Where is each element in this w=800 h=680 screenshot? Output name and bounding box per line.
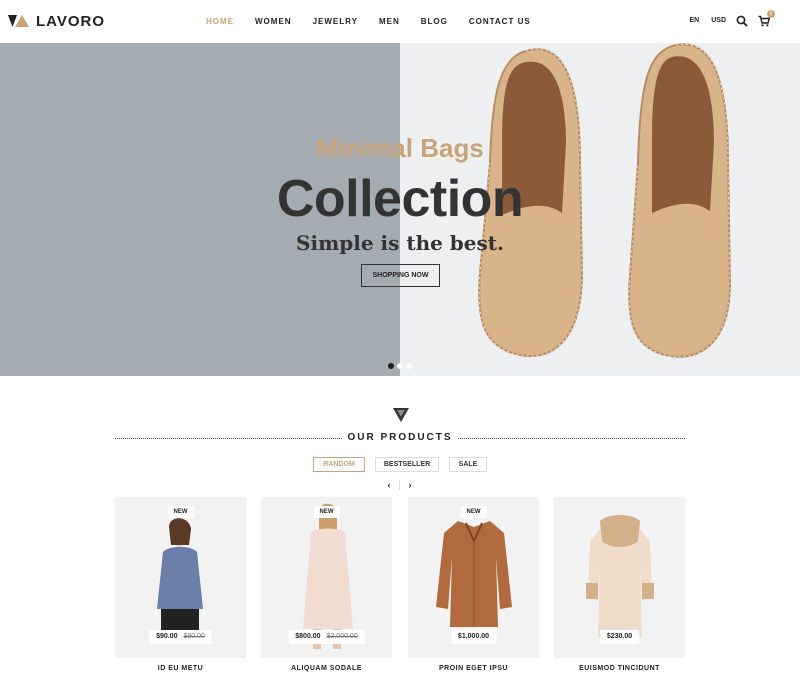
new-badge: NEW [167, 506, 194, 518]
price: $230.00 [606, 633, 633, 640]
product-tabs: RANDOM BESTSELLER SALE [0, 457, 800, 472]
tab-random[interactable]: RANDOM [313, 457, 365, 472]
product-image[interactable]: NEW $90.00 $80.00 [115, 497, 246, 658]
nav-item-women[interactable]: WOMEN [255, 17, 292, 26]
product-image[interactable]: NEW $1,000.00 [408, 497, 539, 658]
product-card[interactable]: $230.00 EUISMOD TINCIDUNT [554, 497, 685, 680]
tab-sale[interactable]: SALE [449, 457, 487, 472]
carousel-arrows: ‹ › [384, 480, 415, 490]
nav-item-men[interactable]: MEN [379, 17, 400, 26]
currency-selector[interactable]: USD [711, 17, 726, 24]
hero-title: Collection [276, 170, 524, 228]
slider-dot[interactable] [397, 363, 403, 369]
nav-item-jewelry[interactable]: JEWELRY [313, 17, 358, 26]
product-name[interactable]: EUISMOD TINCIDUNT [554, 665, 685, 672]
arrow-separator [399, 480, 400, 490]
slider-dot[interactable] [406, 363, 412, 369]
price: $90.00 [156, 633, 178, 640]
slider-dot[interactable] [388, 363, 394, 369]
header-tools: EN USD 0 [677, 10, 775, 27]
nav-item-contact-us[interactable]: CONTACT US [469, 17, 531, 26]
hero-subtitle: Minimal Bags [316, 133, 484, 163]
logo-text: LAVORO [36, 13, 106, 30]
hero-tagline: Simple is the best. [296, 231, 504, 255]
price: $800.00 [295, 633, 321, 640]
product-name[interactable]: ALIQUAM SODALE [261, 665, 392, 672]
product-card[interactable]: NEW $1,000.00 PROIN EGET IPSU [408, 497, 539, 680]
logo[interactable]: LAVORO [8, 13, 105, 30]
old-price: $80.00 [183, 633, 205, 640]
cart-count-badge: 0 [767, 10, 775, 18]
product-image[interactable]: $230.00 [554, 497, 685, 658]
main-nav: HOME WOMEN JEWELRY MEN BLOG CONTACT US [206, 17, 552, 26]
slider-dots [388, 363, 415, 369]
site-header: LAVORO HOME WOMEN JEWELRY MEN BLOG CONTA… [0, 0, 800, 43]
logo-mark-icon [8, 14, 29, 27]
price-tag: $1,000.00 [450, 630, 497, 644]
new-badge: NEW [460, 506, 487, 518]
product-card[interactable]: NEW $800.00 $3,000.00 ALIQUAM SODALE [261, 497, 392, 680]
product-name[interactable]: PROIN EGET IPSU [408, 665, 539, 672]
search-icon[interactable] [736, 14, 748, 27]
section-emblem-icon [393, 408, 409, 422]
product-card[interactable]: NEW $90.00 $80.00 ID EU METU [115, 497, 246, 680]
chevron-right-icon[interactable]: › [405, 480, 415, 490]
price-tag: $800.00 $3,000.00 [288, 630, 365, 644]
chevron-left-icon[interactable]: ‹ [384, 480, 394, 490]
nav-item-home[interactable]: HOME [206, 17, 234, 26]
price-tag: $90.00 $80.00 [149, 630, 212, 644]
new-badge: NEW [313, 506, 340, 518]
price-tag: $230.00 [599, 630, 640, 644]
language-selector[interactable]: EN [689, 17, 699, 24]
product-image[interactable]: NEW $800.00 $3,000.00 [261, 497, 392, 658]
hero-slider: Minimal Bags Collection Simple is the be… [0, 43, 800, 376]
price: $1,000.00 [457, 633, 490, 640]
old-price: $3,000.00 [326, 633, 358, 640]
tab-bestseller[interactable]: BESTSELLER [375, 457, 439, 472]
cart-icon[interactable]: 0 [758, 10, 775, 27]
section-title: OUR PRODUCTS [347, 432, 453, 443]
product-name[interactable]: ID EU METU [115, 665, 246, 672]
shopping-now-button[interactable]: SHOPPING NOW [361, 264, 440, 287]
nav-item-blog[interactable]: BLOG [421, 17, 448, 26]
